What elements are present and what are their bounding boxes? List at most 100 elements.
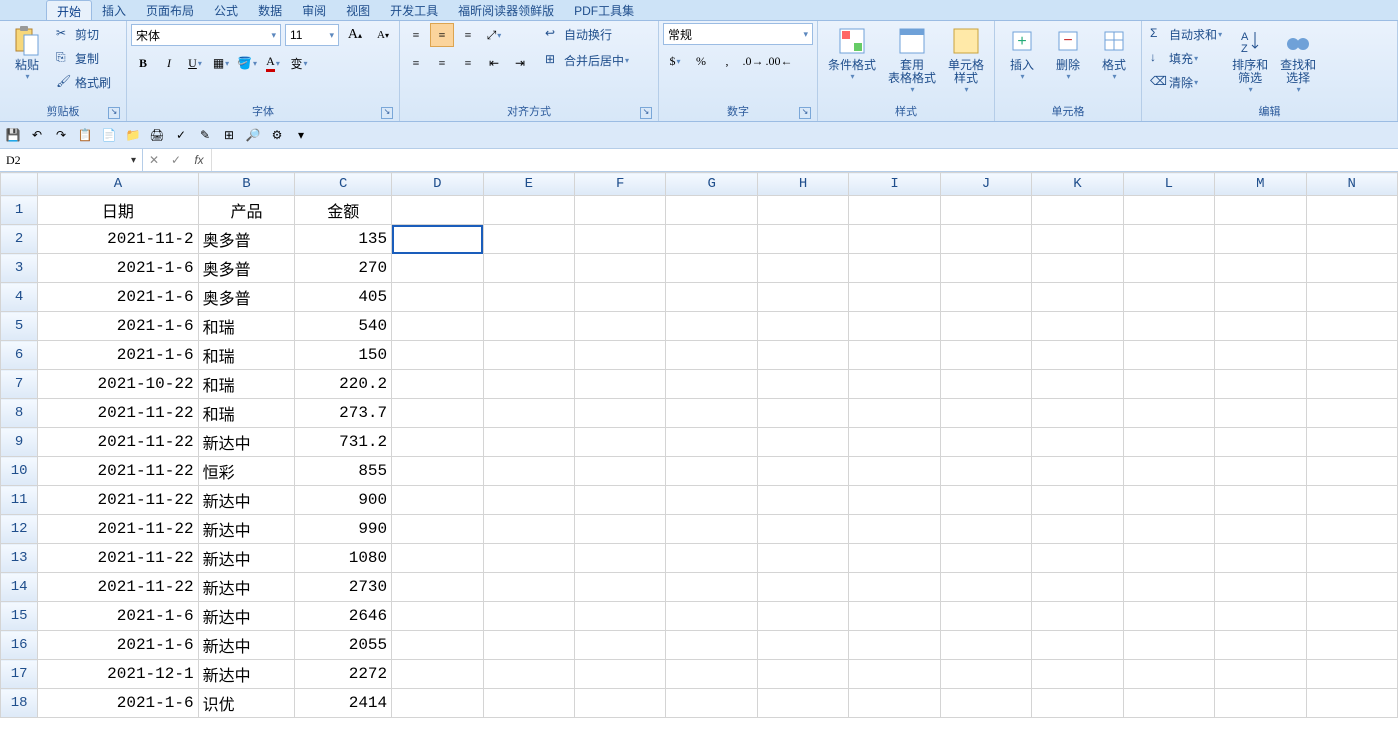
cell-E18[interactable]	[483, 689, 574, 718]
tab-layout[interactable]: 页面布局	[136, 0, 204, 20]
cell-F9[interactable]	[575, 428, 666, 457]
qat-btn-5[interactable]: 📄	[100, 126, 118, 144]
cell-A8[interactable]: 2021-11-22	[38, 399, 198, 428]
cell-G18[interactable]	[666, 689, 757, 718]
border-button[interactable]: ▦▾	[209, 51, 233, 75]
cell-I6[interactable]	[849, 341, 940, 370]
cell-L13[interactable]	[1123, 544, 1214, 573]
cell-B9[interactable]: 新达中	[198, 428, 295, 457]
col-header-K[interactable]: K	[1032, 173, 1123, 196]
cell-B8[interactable]: 和瑞	[198, 399, 295, 428]
cell-N15[interactable]	[1306, 602, 1398, 631]
cell-K8[interactable]	[1032, 399, 1123, 428]
cell-A11[interactable]: 2021-11-22	[38, 486, 198, 515]
cell-F5[interactable]	[575, 312, 666, 341]
row-header-10[interactable]: 10	[1, 457, 38, 486]
cell-N2[interactable]	[1306, 225, 1398, 254]
cell-F14[interactable]	[575, 573, 666, 602]
merge-center-button[interactable]: ⊞合并后居中▾	[541, 49, 633, 71]
cell-I5[interactable]	[849, 312, 940, 341]
cell-I3[interactable]	[849, 254, 940, 283]
qat-btn-8[interactable]: ✓	[172, 126, 190, 144]
cell-A18[interactable]: 2021-1-6	[38, 689, 198, 718]
cell-E10[interactable]	[483, 457, 574, 486]
cell-F12[interactable]	[575, 515, 666, 544]
cell-F6[interactable]	[575, 341, 666, 370]
cell-N1[interactable]	[1306, 196, 1398, 225]
row-header-18[interactable]: 18	[1, 689, 38, 718]
dialog-launcher-icon[interactable]: ↘	[640, 107, 652, 119]
cell-J3[interactable]	[940, 254, 1031, 283]
cell-A13[interactable]: 2021-11-22	[38, 544, 198, 573]
cell-I2[interactable]	[849, 225, 940, 254]
cell-E9[interactable]	[483, 428, 574, 457]
cell-M16[interactable]	[1215, 631, 1306, 660]
cell-L18[interactable]	[1123, 689, 1214, 718]
cell-J4[interactable]	[940, 283, 1031, 312]
cell-A9[interactable]: 2021-11-22	[38, 428, 198, 457]
cell-N4[interactable]	[1306, 283, 1398, 312]
cell-M4[interactable]	[1215, 283, 1306, 312]
cell-H17[interactable]	[757, 660, 848, 689]
row-header-6[interactable]: 6	[1, 341, 38, 370]
cell-A14[interactable]: 2021-11-22	[38, 573, 198, 602]
dialog-launcher-icon[interactable]: ↘	[799, 107, 811, 119]
cell-D1[interactable]	[392, 196, 483, 225]
cell-J2[interactable]	[940, 225, 1031, 254]
cell-M12[interactable]	[1215, 515, 1306, 544]
col-header-J[interactable]: J	[940, 173, 1031, 196]
cell-K13[interactable]	[1032, 544, 1123, 573]
cell-J9[interactable]	[940, 428, 1031, 457]
cell-B11[interactable]: 新达中	[198, 486, 295, 515]
sort-filter-button[interactable]: AZ排序和 筛选▾	[1226, 23, 1274, 96]
cell-N13[interactable]	[1306, 544, 1398, 573]
cell-J17[interactable]	[940, 660, 1031, 689]
cell-H14[interactable]	[757, 573, 848, 602]
row-header-9[interactable]: 9	[1, 428, 38, 457]
cell-H7[interactable]	[757, 370, 848, 399]
cell-I17[interactable]	[849, 660, 940, 689]
cell-L2[interactable]	[1123, 225, 1214, 254]
col-header-G[interactable]: G	[666, 173, 757, 196]
cell-N6[interactable]	[1306, 341, 1398, 370]
cell-A12[interactable]: 2021-11-22	[38, 515, 198, 544]
cell-J13[interactable]	[940, 544, 1031, 573]
cell-H4[interactable]	[757, 283, 848, 312]
orientation-button[interactable]: ⤢▾	[482, 23, 506, 47]
cell-M8[interactable]	[1215, 399, 1306, 428]
increase-font-button[interactable]: A▴	[343, 23, 367, 47]
fx-button[interactable]: fx	[187, 149, 212, 171]
cell-M15[interactable]	[1215, 602, 1306, 631]
cell-B7[interactable]: 和瑞	[198, 370, 295, 399]
cell-L12[interactable]	[1123, 515, 1214, 544]
cell-N16[interactable]	[1306, 631, 1398, 660]
select-all-corner[interactable]	[1, 173, 38, 196]
cell-E6[interactable]	[483, 341, 574, 370]
cell-G1[interactable]	[666, 196, 757, 225]
cell-C5[interactable]: 540	[295, 312, 392, 341]
col-header-F[interactable]: F	[575, 173, 666, 196]
cell-J18[interactable]	[940, 689, 1031, 718]
decrease-indent-button[interactable]: ⇤	[482, 51, 506, 75]
font-color-button[interactable]: A▾	[261, 51, 285, 75]
cell-D10[interactable]	[392, 457, 483, 486]
col-header-B[interactable]: B	[198, 173, 295, 196]
format-painter-button[interactable]: 🖌格式刷	[52, 71, 115, 93]
cell-L5[interactable]	[1123, 312, 1214, 341]
col-header-H[interactable]: H	[757, 173, 848, 196]
cell-G13[interactable]	[666, 544, 757, 573]
cell-L3[interactable]	[1123, 254, 1214, 283]
cell-K11[interactable]	[1032, 486, 1123, 515]
cell-K18[interactable]	[1032, 689, 1123, 718]
row-header-17[interactable]: 17	[1, 660, 38, 689]
comma-button[interactable]: ,	[715, 49, 739, 73]
cell-G3[interactable]	[666, 254, 757, 283]
cell-E13[interactable]	[483, 544, 574, 573]
cell-G8[interactable]	[666, 399, 757, 428]
copy-button[interactable]: ⎘复制	[52, 47, 115, 69]
cell-L6[interactable]	[1123, 341, 1214, 370]
cell-K5[interactable]	[1032, 312, 1123, 341]
cell-D9[interactable]	[392, 428, 483, 457]
cell-N11[interactable]	[1306, 486, 1398, 515]
cell-M7[interactable]	[1215, 370, 1306, 399]
